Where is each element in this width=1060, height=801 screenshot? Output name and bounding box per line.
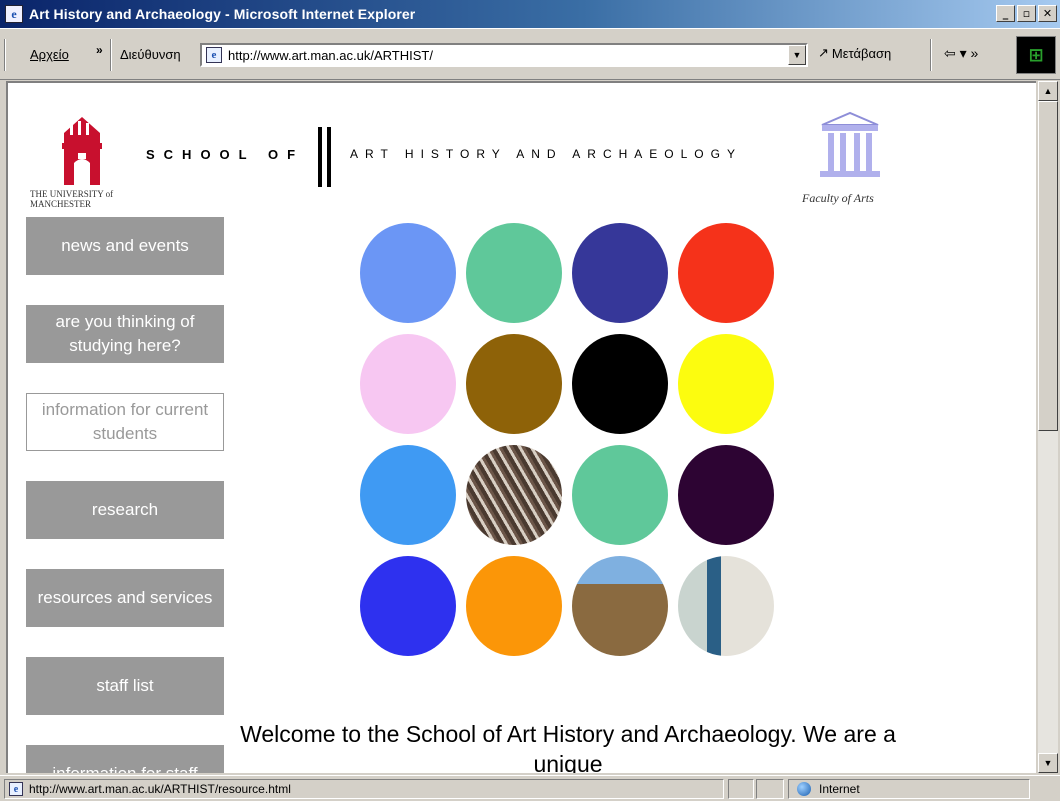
page-icon: e — [206, 47, 222, 63]
color-circle[interactable] — [678, 445, 774, 545]
status-url-panel: e http://www.art.man.ac.uk/ARTHIST/resou… — [4, 779, 724, 799]
vertical-scrollbar[interactable]: ▲ ▼ — [1038, 81, 1058, 773]
address-field[interactable]: e http://www.art.man.ac.uk/ARTHIST/ ▼ — [200, 43, 808, 67]
photo-circle[interactable] — [678, 556, 774, 656]
toolbar-separator — [110, 39, 112, 71]
status-cell — [756, 779, 784, 799]
color-circle[interactable] — [678, 334, 774, 434]
internet-globe-icon — [797, 782, 811, 796]
zone-label: Internet — [819, 782, 860, 796]
window-controls: _ ▫ ✕ — [996, 5, 1057, 22]
address-url[interactable]: http://www.art.man.ac.uk/ARTHIST/ — [228, 48, 433, 63]
color-circle[interactable] — [572, 334, 668, 434]
browser-window: e Art History and Archaeology - Microsof… — [0, 0, 1060, 801]
close-button[interactable]: ✕ — [1038, 5, 1057, 22]
address-toolbar: Αρχείο » Διεύθυνση e http://www.art.man.… — [0, 28, 1060, 80]
nav-research[interactable]: research — [26, 481, 224, 539]
nav-label: information for staff — [52, 762, 197, 773]
go-arrow-icon: ↗ — [818, 45, 829, 60]
school-of-heading: SCHOOL OF — [146, 147, 305, 162]
nav-information-for-staff[interactable]: information for staff — [26, 745, 224, 773]
color-circle[interactable] — [678, 223, 774, 323]
nav-current-students[interactable]: information for current students — [26, 393, 224, 451]
color-circle[interactable] — [572, 445, 668, 545]
status-cell — [728, 779, 754, 799]
nav-label: information for current students — [41, 400, 209, 443]
color-circle[interactable] — [360, 556, 456, 656]
window-title: Art History and Archaeology - Microsoft … — [29, 6, 416, 22]
subject-heading: ART HISTORY AND ARCHAEOLOGY — [350, 147, 742, 161]
security-zone-panel: Internet — [788, 779, 1030, 799]
status-bar: e http://www.art.man.ac.uk/ARTHIST/resou… — [0, 775, 1060, 801]
nav-staff-list[interactable]: staff list — [26, 657, 224, 715]
back-links-button[interactable]: ⇦ ▾ » — [944, 45, 978, 62]
color-circle[interactable] — [572, 223, 668, 323]
color-circle[interactable] — [466, 223, 562, 323]
faculty-of-arts-logo[interactable] — [816, 111, 884, 183]
color-circle[interactable] — [360, 223, 456, 323]
scroll-up-icon[interactable]: ▲ — [1038, 81, 1058, 101]
menu-chevron-icon[interactable]: » — [96, 43, 103, 57]
address-dropdown-icon[interactable]: ▼ — [788, 45, 806, 65]
color-circle[interactable] — [466, 556, 562, 656]
color-circle[interactable] — [360, 445, 456, 545]
color-circle[interactable] — [466, 334, 562, 434]
file-menu[interactable]: Αρχείο — [30, 47, 69, 62]
title-bar: e Art History and Archaeology - Microsof… — [0, 0, 1060, 28]
welcome-text: Welcome to the School of Art History and… — [240, 721, 896, 773]
color-circle[interactable] — [360, 334, 456, 434]
nav-label: research — [91, 500, 159, 519]
ie-app-icon[interactable]: e — [5, 5, 23, 23]
nav-label: are you thinking of studying here? — [55, 312, 195, 355]
scroll-down-icon[interactable]: ▼ — [1038, 753, 1058, 773]
university-name: THE UNIVERSITY of MANCHESTER — [30, 189, 114, 209]
maximize-button[interactable]: ▫ — [1017, 5, 1036, 22]
go-button[interactable]: ↗ Μετάβαση — [818, 45, 891, 61]
nav-label: staff list — [96, 676, 154, 695]
status-url: http://www.art.man.ac.uk/ARTHIST/resourc… — [29, 782, 291, 796]
toolbar-grip[interactable] — [4, 39, 6, 71]
nav-resources-and-services[interactable]: resources and services — [26, 569, 224, 627]
photo-circle[interactable] — [466, 445, 562, 545]
nav-studying-here[interactable]: are you thinking of studying here? — [26, 305, 224, 363]
page-viewport: THE UNIVERSITY of MANCHESTER SCHOOL OF A… — [6, 81, 1036, 773]
nav-label: resources and services — [37, 588, 213, 607]
go-label: Μετάβαση — [831, 45, 892, 61]
title-divider — [318, 127, 334, 187]
address-label: Διεύθυνση — [120, 47, 181, 62]
scroll-thumb[interactable] — [1038, 101, 1058, 431]
windows-logo-icon: ⊞ — [1016, 36, 1056, 74]
nav-news-and-events[interactable]: news and events — [26, 217, 224, 275]
photo-circle[interactable] — [572, 556, 668, 656]
nav-label: news and events — [61, 236, 189, 255]
page-icon: e — [9, 782, 23, 796]
toolbar-separator — [930, 39, 932, 71]
minimize-button[interactable]: _ — [996, 5, 1015, 22]
faculty-name: Faculty of Arts — [802, 191, 874, 205]
